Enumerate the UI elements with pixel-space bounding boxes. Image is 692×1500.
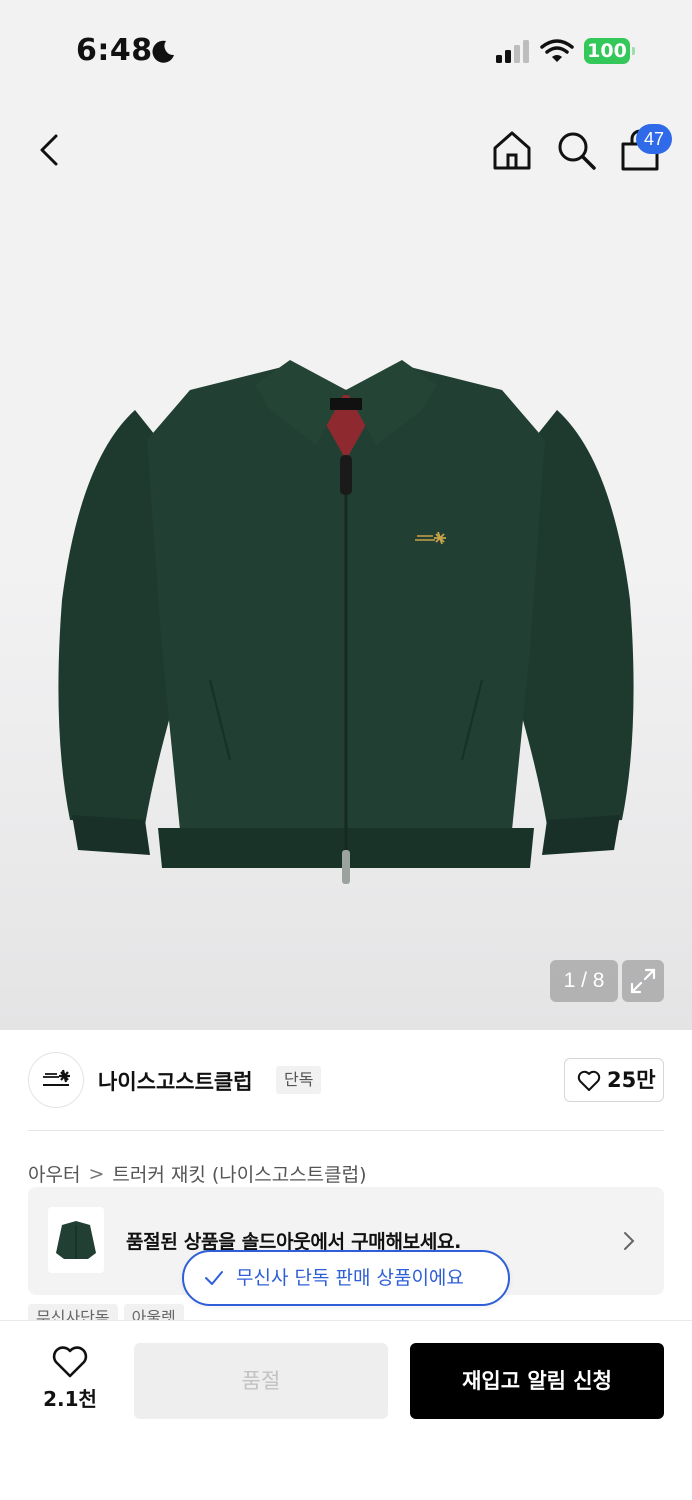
signal-icon — [496, 40, 529, 63]
breadcrumb: 아우터 > 트러커 재킷 (나이스고스트클럽) — [28, 1160, 367, 1188]
battery-level: 100 — [584, 38, 630, 64]
soldout-button[interactable]: 품절 — [134, 1343, 388, 1419]
image-counter: 1 / 8 — [550, 960, 618, 1002]
chevron-right-icon — [624, 1232, 635, 1250]
battery-indicator: 100 — [584, 38, 636, 64]
brand-like-button[interactable]: 25만 — [564, 1058, 664, 1102]
status-bar: 6:48 100 — [0, 0, 692, 100]
cart-count-badge[interactable]: 47 — [636, 124, 672, 154]
check-icon — [205, 1271, 223, 1285]
top-nav — [0, 110, 692, 190]
brand-logo-mark — [43, 1069, 70, 1086]
exclusive-toast: 무신사 단독 판매 상품이에요 — [182, 1250, 510, 1306]
brand-row: 나이스고스트클럽 단독 25만 — [0, 1030, 692, 1130]
breadcrumb-category[interactable]: 아우터 — [28, 1160, 80, 1187]
wifi-icon — [540, 39, 574, 62]
restock-alert-button[interactable]: 재입고 알림 신청 — [410, 1343, 664, 1419]
heart-icon — [52, 1346, 88, 1378]
breadcrumb-separator: > — [88, 1162, 105, 1185]
divider — [28, 1130, 664, 1131]
battery-cap — [632, 47, 635, 55]
brand-name[interactable]: 나이스고스트클럽 — [98, 1066, 253, 1096]
breadcrumb-product: 트러커 재킷 (나이스고스트클럽) — [112, 1164, 367, 1186]
product-gallery[interactable]: 6:48 100 47 1 / 8 — [0, 0, 692, 1030]
brand-logo[interactable] — [28, 1052, 84, 1108]
wishlist-count: 2.1천 — [43, 1387, 97, 1411]
exclusive-tag: 단독 — [276, 1066, 322, 1094]
search-icon[interactable] — [554, 128, 598, 172]
moon-icon — [152, 40, 174, 63]
product-image[interactable] — [40, 350, 652, 895]
back-arrow-icon[interactable] — [30, 130, 70, 170]
expand-icon[interactable] — [622, 960, 664, 1002]
toast-text: 무신사 단독 판매 상품이에요 — [236, 1267, 464, 1289]
wishlist-button[interactable]: 2.1천 — [34, 1345, 106, 1415]
banner-thumbnail — [48, 1207, 104, 1273]
heart-icon — [577, 1070, 601, 1091]
home-icon[interactable] — [490, 128, 534, 172]
brand-like-count: 25만 — [607, 1068, 656, 1092]
bottom-action-bar: 2.1천 품절 재입고 알림 신청 — [0, 1320, 692, 1500]
status-time: 6:48 — [76, 33, 153, 68]
